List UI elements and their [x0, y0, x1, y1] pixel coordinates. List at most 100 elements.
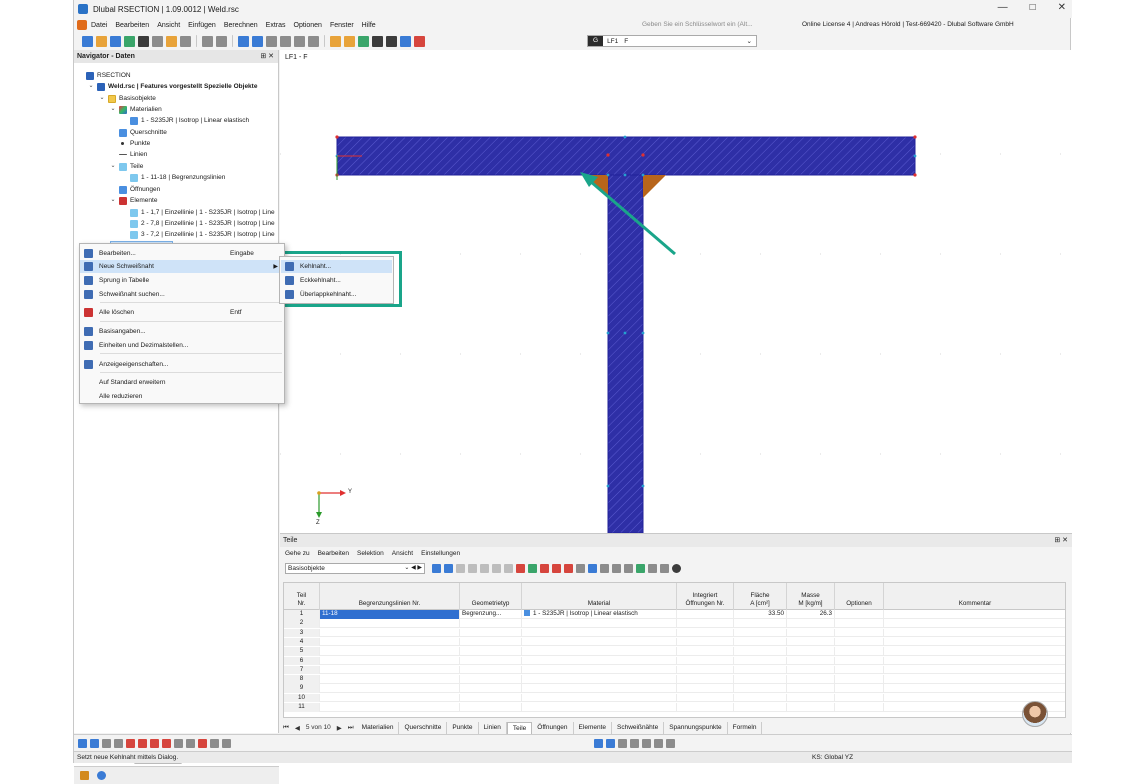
table-cell-geo[interactable]: Begrenzung... [460, 610, 522, 619]
point-tool-icon[interactable] [330, 35, 341, 47]
table-cell-openings[interactable] [677, 637, 734, 647]
table-cell-material[interactable] [522, 619, 677, 628]
table-cell-geo[interactable] [460, 693, 522, 703]
formula-icon[interactable] [624, 563, 633, 573]
draw-tool-icon[interactable] [210, 738, 219, 748]
table-tab[interactable]: Öffnungen [532, 721, 574, 734]
table-cell-lines[interactable] [320, 665, 460, 675]
table-cell-options[interactable] [835, 684, 884, 693]
nav-item[interactable]: 3 - 7,2 | Einzellinie | 1 - S235JR | Iso… [121, 229, 275, 240]
table-menu-edit[interactable]: Bearbeiten [318, 550, 349, 557]
move-row-icon[interactable] [552, 563, 561, 573]
table-menu-goto[interactable]: Gehe zu [285, 550, 310, 557]
web-icon[interactable] [110, 35, 121, 47]
table-cell-openings[interactable] [677, 628, 734, 638]
chevron-down-icon[interactable]: ⌄ [88, 81, 94, 92]
context-menu-item[interactable]: Alle reduzieren [80, 390, 284, 403]
table-cell-material[interactable] [522, 693, 677, 703]
table-cell-area[interactable] [734, 675, 787, 684]
table-cell-nr[interactable]: 9 [284, 684, 320, 693]
open-file-icon[interactable] [96, 35, 107, 47]
table-cell-area[interactable] [734, 684, 787, 693]
table-cell-material[interactable] [522, 647, 677, 656]
table-cell-options[interactable] [835, 647, 884, 656]
table-cell-lines[interactable] [320, 628, 460, 638]
table-cell-nr[interactable]: 5 [284, 647, 320, 656]
table-cell-mass[interactable] [787, 647, 835, 656]
model-icon[interactable] [124, 35, 135, 47]
table-cell-area[interactable]: 33.50 [734, 610, 787, 619]
pen-tool-icon[interactable] [386, 35, 397, 47]
section-tool-icon[interactable] [358, 35, 369, 47]
element-tool-icon[interactable] [372, 35, 383, 47]
table-cell-lines[interactable] [320, 703, 460, 712]
table-row[interactable]: 1 11-18 Begrenzung... 1 - S235JR | Isotrop … [284, 610, 1065, 619]
table-cell-nr[interactable]: 3 [284, 628, 320, 638]
table-cell-nr[interactable]: 2 [284, 619, 320, 628]
draw-tool-icon[interactable] [162, 738, 171, 748]
menu-hilfe[interactable]: Hilfe [358, 22, 380, 29]
table-row[interactable]: 5 [284, 647, 1065, 656]
snap-mode-icon[interactable] [606, 738, 615, 748]
report-icon[interactable] [166, 35, 177, 47]
snap-mode-icon[interactable] [594, 738, 603, 748]
table-tab[interactable]: Teile [506, 721, 533, 734]
context-menu-item[interactable]: Basisangaben... [80, 325, 284, 338]
panel-pin-icon[interactable]: ⊞ ✕ [260, 50, 274, 63]
table-cell-mass[interactable]: 26.3 [787, 610, 835, 619]
table-row[interactable]: 2 [284, 619, 1065, 628]
table-cell-nr[interactable]: 7 [284, 665, 320, 675]
table-cell-geo[interactable] [460, 684, 522, 693]
draw-tool-icon[interactable] [114, 738, 123, 748]
snap-mode-icon[interactable] [618, 738, 627, 748]
excel-icon[interactable] [636, 563, 645, 573]
context-menu-item[interactable]: Anzeigeeigenschaften... [80, 358, 284, 371]
context-menu-item[interactable]: Einheiten und Dezimalstellen... [80, 339, 284, 352]
column-header[interactable]: Teil Nr. [284, 583, 320, 610]
table-cell-nr[interactable]: 11 [284, 703, 320, 712]
context-menu-item[interactable]: Bearbeiten... Eingabe [80, 247, 284, 260]
table-cell-mass[interactable] [787, 684, 835, 693]
menu-optionen[interactable]: Optionen [290, 22, 326, 29]
tab-nav-icon[interactable]: ⏮ [280, 724, 292, 732]
table-cell-mass[interactable] [787, 665, 835, 675]
weld-tool-icon[interactable] [400, 35, 411, 47]
draw-tool-icon[interactable] [150, 738, 159, 748]
nav-item[interactable]: Öffnungen [110, 184, 160, 195]
clipboard-icon[interactable] [180, 35, 191, 47]
table-tab[interactable]: Linien [479, 721, 507, 734]
tab-nav-icon[interactable]: ⏭ [345, 724, 357, 732]
table-cell-mass[interactable] [787, 656, 835, 665]
column-header[interactable]: Geometrietyp [460, 583, 522, 610]
table-cell-area[interactable] [734, 628, 787, 638]
chevron-down-icon[interactable]: ⌄ [110, 195, 116, 206]
table-cell-openings[interactable] [677, 703, 734, 712]
data-tab-icon[interactable] [80, 771, 89, 780]
draw-tool-icon[interactable] [174, 738, 183, 748]
table-cell-material[interactable] [522, 656, 677, 665]
grid-icon[interactable] [90, 738, 99, 748]
table-cell-comment[interactable] [884, 638, 1065, 647]
table-cell-lines[interactable] [320, 656, 460, 665]
menu-berechnen[interactable]: Berechnen [220, 22, 262, 29]
calculate-icon[interactable] [414, 35, 425, 47]
table-cell-comment[interactable] [884, 629, 1065, 638]
view-tab-icon[interactable] [97, 771, 106, 780]
column-header[interactable]: Optionen [835, 583, 884, 610]
menu-bearbeiten[interactable]: Bearbeiten [111, 22, 153, 29]
context-menu-item[interactable]: Alle löschen Entf [80, 306, 284, 319]
snap-mode-icon[interactable] [630, 738, 639, 748]
loadcase-select[interactable]: G LF1 F ⌄ [587, 35, 757, 47]
nav-item[interactable]: RSECTION [77, 70, 131, 81]
menu-datei[interactable]: Datei [87, 22, 111, 29]
table-tab[interactable]: Spannungspunkte [664, 721, 728, 734]
table-cell-mass[interactable] [787, 675, 835, 684]
snap-mode-icon[interactable] [666, 738, 675, 748]
table-cell-geo[interactable] [460, 628, 522, 638]
table-cell-openings[interactable] [677, 647, 734, 656]
weld-type-item[interactable]: Kehlnaht... [281, 260, 392, 273]
select-icon[interactable] [444, 563, 453, 573]
table-cell-geo[interactable] [460, 665, 522, 675]
table-cell-options[interactable] [835, 703, 884, 712]
nav-item[interactable]: 1 - S235JR | Isotrop | Linear elastisch [121, 115, 249, 126]
